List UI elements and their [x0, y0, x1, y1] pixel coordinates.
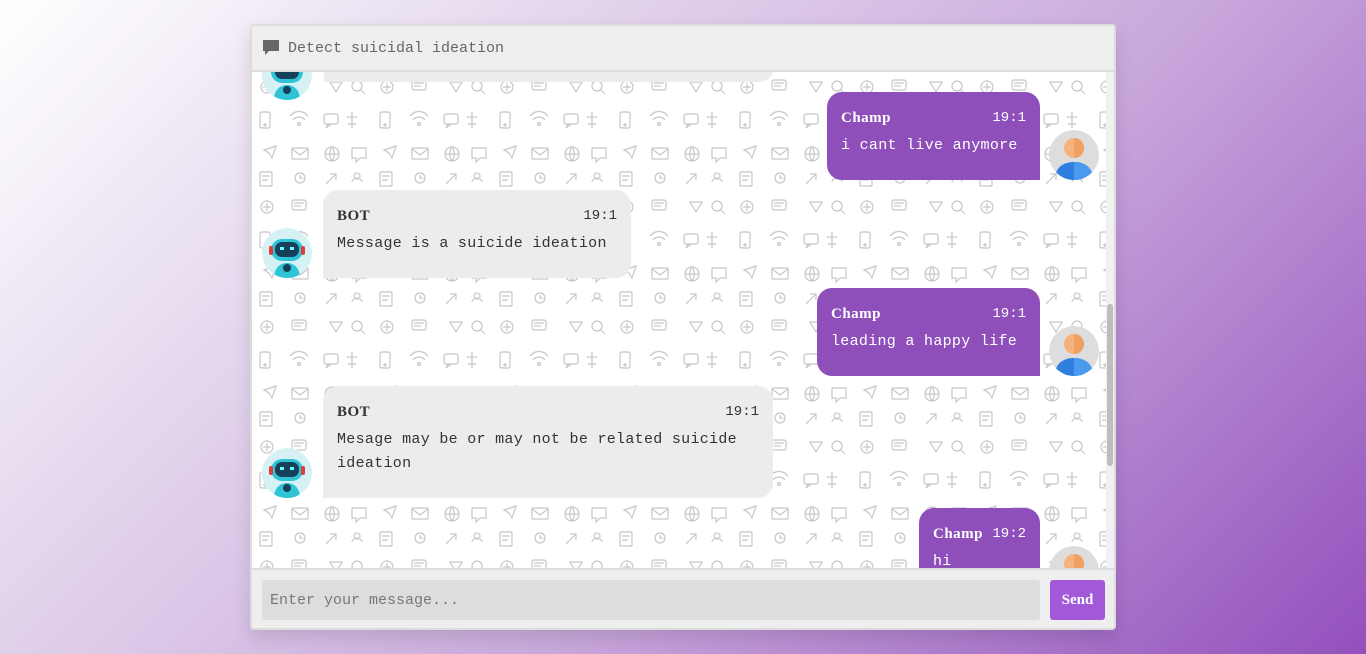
user-avatar-icon: [1049, 130, 1099, 180]
message-time: 19:1: [992, 306, 1026, 322]
chat-title: Detect suicidal ideation: [288, 39, 505, 57]
message-time: 19:1: [583, 208, 617, 224]
user-message: Champ 19:2 hi: [919, 508, 1040, 568]
message-sender: Champ: [933, 525, 984, 542]
message-sender: BOT: [337, 207, 371, 224]
message-text: Message is a suicide ideation: [337, 235, 607, 252]
user-avatar-icon: [1049, 546, 1099, 568]
user-avatar-icon: [1049, 326, 1099, 376]
user-message: Champ 19:1 i cant live anymore: [827, 92, 1040, 180]
bot-avatar-icon: [262, 72, 312, 100]
chat-window: Detect suicidal ideation Champ 19:1 i can…: [250, 24, 1116, 630]
bot-message: BOT 19:1 Message is a suicide ideation: [323, 190, 631, 278]
chat-header: Detect suicidal ideation: [252, 26, 1114, 72]
message-text: i cant live anymore: [841, 137, 1018, 154]
message-sender: BOT: [337, 403, 371, 420]
message-text: hi: [933, 553, 952, 568]
bot-message-partial: [324, 72, 774, 82]
message-list[interactable]: Champ 19:1 i cant live anymore BOT 19:1 Me…: [252, 72, 1108, 568]
user-message: Champ 19:1 leading a happy life: [817, 288, 1040, 376]
message-input-area: Send: [252, 568, 1114, 628]
scrollbar[interactable]: [1106, 72, 1114, 568]
bot-avatar-icon: [262, 448, 312, 498]
message-time: 19:1: [992, 110, 1026, 126]
bot-avatar-icon: [262, 228, 312, 278]
message-input[interactable]: [262, 580, 1040, 620]
message-sender: Champ: [841, 109, 892, 126]
send-button[interactable]: Send: [1050, 580, 1105, 620]
bot-message: BOT 19:1 Mesage may be or may not be rela…: [323, 386, 773, 498]
message-text: leading a happy life: [831, 333, 1018, 350]
chat-bubble-icon: [263, 40, 279, 55]
message-time: 19:2: [992, 526, 1026, 542]
scrollbar-thumb[interactable]: [1107, 304, 1113, 466]
message-time: 19:1: [725, 404, 759, 420]
message-sender: Champ: [831, 305, 882, 322]
message-text: Mesage may be or may not be related suic…: [337, 431, 737, 472]
